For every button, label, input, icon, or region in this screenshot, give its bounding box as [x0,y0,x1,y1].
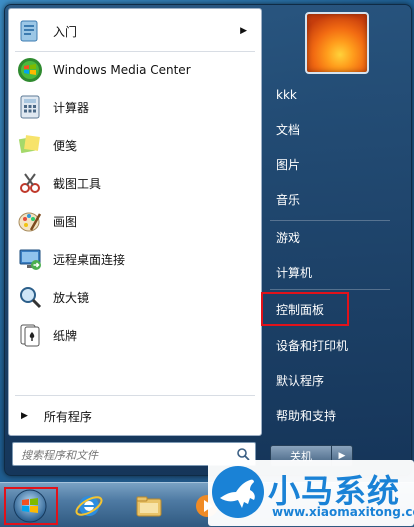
watermark-url: www.xiaomaxitong.com [272,505,414,519]
right-item-label: 音乐 [276,192,301,207]
program-label: Windows Media Center [53,63,191,77]
media-center-icon [15,55,45,85]
program-label: 便笺 [53,138,78,153]
program-item-getting-started[interactable]: 入门 ▶ [11,14,257,48]
program-item-solitaire[interactable]: 纸牌 [11,318,257,352]
right-item-label: 计算机 [276,265,313,280]
remote-desktop-icon [15,244,45,274]
magnifier-icon [15,282,45,312]
program-item-snipping-tool[interactable]: 截图工具 [11,166,257,200]
right-item-computer[interactable]: 计算机 [262,257,402,287]
right-item-label: 游戏 [276,230,301,245]
separator [15,395,255,396]
search-input[interactable] [19,445,223,465]
right-item-label: 默认程序 [276,373,325,388]
right-item-documents[interactable]: 文档 [262,114,402,144]
internet-explorer-icon[interactable] [72,490,106,522]
right-item-default-programs[interactable]: 默认程序 [262,365,402,395]
paint-icon [15,206,45,236]
right-item-music[interactable]: 音乐 [262,184,402,214]
right-item-label: kkk [276,88,297,102]
right-item-games[interactable]: 游戏 [262,222,402,252]
program-item-sticky-notes[interactable]: 便笺 [11,128,257,162]
separator [270,220,390,221]
program-label: 入门 [53,24,78,39]
right-item-label: 设备和打印机 [276,338,349,353]
separator [270,289,390,290]
sticky-notes-icon [15,130,45,160]
start-button-highlight [4,487,58,525]
program-label: 纸牌 [53,328,78,343]
program-item-calculator[interactable]: 计算器 [11,90,257,124]
right-item-pictures[interactable]: 图片 [262,149,402,179]
getting-started-icon [15,16,45,46]
program-item-paint[interactable]: 画图 [11,204,257,238]
right-item-user[interactable]: kkk [262,80,402,110]
program-label: 放大镜 [53,290,90,305]
horse-logo-icon [210,464,266,520]
right-item-devices-printers[interactable]: 设备和打印机 [262,330,402,360]
right-item-help-support[interactable]: 帮助和支持 [262,400,402,430]
submenu-arrow-icon: ▶ [240,26,247,36]
calculator-icon [15,92,45,122]
expand-arrow-icon: ▶ [21,411,28,421]
program-label: 计算器 [53,100,90,115]
solitaire-icon [15,320,45,350]
program-label: 画图 [53,214,78,229]
separator [15,51,255,52]
programs-pane: 入门 ▶ Windows Media Center 计算器 便笺 截图工具 画图 [8,8,262,436]
program-label: 截图工具 [53,176,102,191]
right-item-label: 图片 [276,157,301,172]
user-picture[interactable] [305,12,369,74]
snipping-tool-icon [15,168,45,198]
program-item-media-center[interactable]: Windows Media Center [11,53,257,87]
right-item-label: 文档 [276,122,301,137]
file-explorer-icon[interactable] [132,490,166,522]
program-item-remote-desktop[interactable]: 远程桌面连接 [11,242,257,276]
program-label: 远程桌面连接 [53,252,126,267]
all-programs-button[interactable]: ▶ 所有程序 [11,405,257,427]
control-panel-highlight [261,292,349,326]
all-programs-label: 所有程序 [43,409,92,424]
right-item-label: 帮助和支持 [276,408,337,423]
program-item-magnifier[interactable]: 放大镜 [11,280,257,314]
